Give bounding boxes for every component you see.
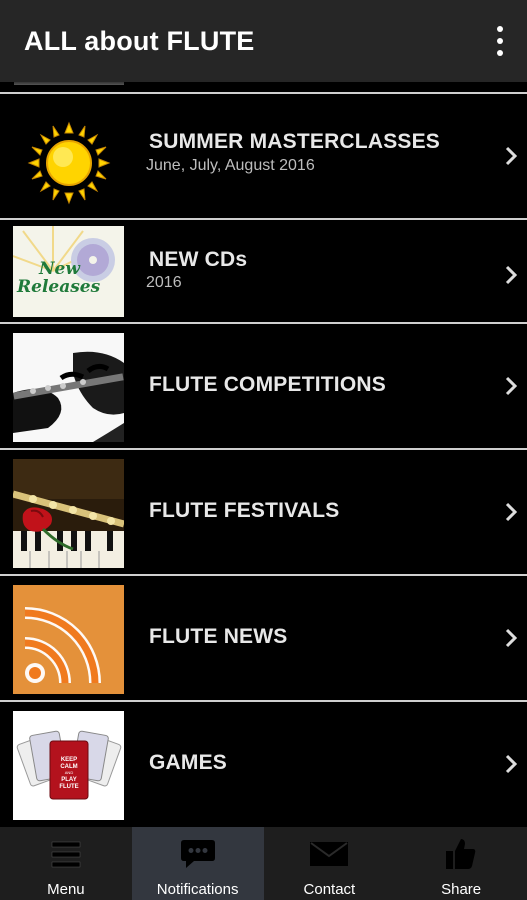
chevron-right-icon — [505, 376, 517, 396]
tab-label: Contact — [303, 881, 356, 898]
flute-hands-icon — [13, 333, 124, 442]
sun-icon — [13, 103, 124, 212]
app-title: ALL about FLUTE — [24, 25, 255, 56]
app-bar: ALL about FLUTE — [0, 0, 527, 82]
item-label: SUMMER MASTERCLASSES — [149, 130, 441, 153]
tab-label: Share — [441, 881, 482, 898]
flute-rose-piano-icon — [13, 459, 124, 568]
svg-text:Releases: Releases — [16, 277, 101, 297]
svg-text:AND: AND — [65, 770, 74, 775]
chevron-right-icon — [505, 265, 517, 285]
previous-item-stub — [0, 82, 527, 92]
chat-bubble-icon — [180, 837, 216, 871]
item-label: NEW CDs — [149, 248, 248, 271]
item-subtitle: 2016 — [146, 274, 182, 291]
chevron-right-icon — [505, 146, 517, 166]
svg-text:FLUTE: FLUTE — [59, 784, 78, 790]
tab-label: Notifications — [156, 881, 239, 898]
list-item-flute-competitions[interactable]: FLUTE COMPETITIONS — [0, 324, 527, 448]
chevron-right-icon — [505, 754, 517, 774]
svg-text:New: New — [38, 259, 81, 279]
tab-notifications[interactable]: Notifications — [131, 827, 264, 900]
thumbs-up-icon — [445, 837, 477, 871]
hamburger-icon — [51, 837, 81, 871]
item-subtitle: June, July, August 2016 — [146, 157, 315, 174]
list-item-games[interactable]: KEEP CALM AND PLAY FLUTE GAMES — [0, 702, 527, 826]
envelope-icon — [309, 837, 349, 871]
list-item-flute-news[interactable]: FLUTE NEWS — [0, 576, 527, 700]
chevron-right-icon — [505, 502, 517, 522]
chevron-right-icon — [505, 628, 517, 648]
tab-label: Menu — [47, 881, 85, 898]
new-releases-icon: New Releases — [13, 226, 124, 335]
overflow-menu-icon[interactable] — [495, 26, 505, 56]
list-item-flute-festivals[interactable]: FLUTE FESTIVALS — [0, 450, 527, 574]
keep-calm-cards-icon: KEEP CALM AND PLAY FLUTE — [13, 711, 124, 820]
tab-share[interactable]: Share — [395, 827, 527, 900]
item-label: GAMES — [149, 751, 228, 774]
list-item-summer-masterclasses[interactable]: SUMMER MASTERCLASSES June, July, August … — [0, 94, 527, 218]
item-label: FLUTE NEWS — [149, 625, 288, 648]
svg-text:KEEP: KEEP — [61, 757, 77, 763]
item-label: FLUTE FESTIVALS — [149, 499, 340, 522]
tab-contact[interactable]: Contact — [264, 827, 396, 900]
tab-menu[interactable]: Menu — [0, 827, 132, 900]
menu-list: SUMMER MASTERCLASSES June, July, August … — [0, 82, 527, 827]
svg-text:PLAY: PLAY — [61, 777, 76, 783]
item-label: FLUTE COMPETITIONS — [149, 373, 386, 396]
rss-icon — [13, 585, 124, 694]
bottom-nav: Menu Notifications Contact Share — [0, 827, 527, 900]
